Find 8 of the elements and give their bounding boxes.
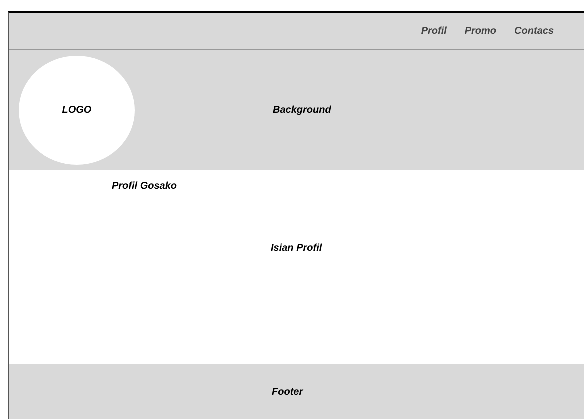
nav-link[interactable]: Contacs <box>514 26 554 36</box>
profile-title: Profil Gosako <box>112 181 178 192</box>
footer-label: Footer <box>272 387 304 398</box>
logo-label: LOGO <box>62 104 92 116</box>
nav-link[interactable]: Promo <box>464 26 497 36</box>
profile-content: Isian Profil <box>271 243 322 254</box>
background-label: Background <box>273 104 332 116</box>
nav-link[interactable]: Profil <box>421 26 447 36</box>
